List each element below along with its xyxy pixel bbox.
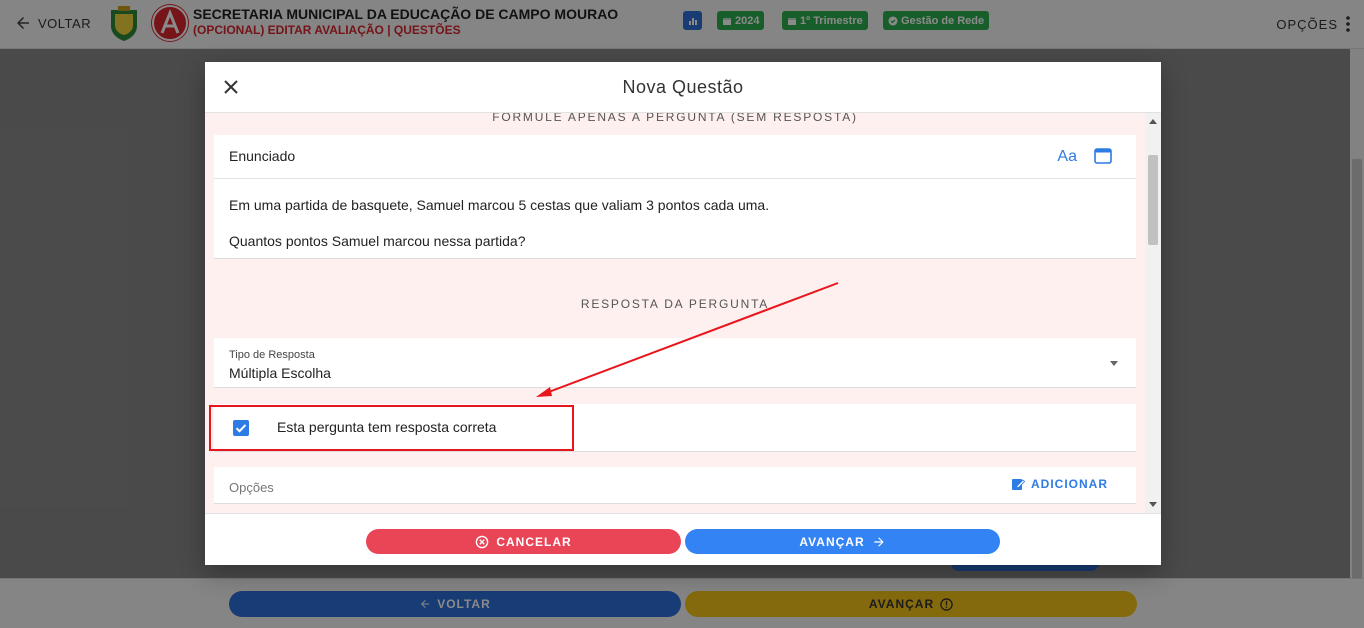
- text-format-icon[interactable]: Aa: [1057, 148, 1077, 166]
- dialog-scrollbar-thumb[interactable]: [1148, 155, 1158, 245]
- dialog-scrollbar[interactable]: [1145, 113, 1161, 513]
- scroll-down-icon[interactable]: [1149, 502, 1157, 507]
- enunciado-text-line[interactable]: Em uma partida de basquete, Samuel marco…: [229, 197, 769, 213]
- dropdown-caret-icon: [1110, 361, 1118, 366]
- cancel-label: CANCELAR: [496, 534, 572, 549]
- enunciado-label: Enunciado: [229, 148, 296, 164]
- edit-icon: [1012, 479, 1025, 490]
- arrow-right-icon: [873, 536, 884, 547]
- response-type-select[interactable]: Tipo de Resposta Múltipla Escolha: [214, 338, 1136, 388]
- editor-divider: [214, 178, 1136, 179]
- new-question-dialog: Nova Questão FORMULE APENAS A PERGUNTA (…: [205, 62, 1161, 565]
- answer-section-heading: RESPOSTA DA PERGUNTA: [580, 297, 770, 311]
- dialog-body: FORMULE APENAS A PERGUNTA (SEM RESPOSTA)…: [205, 113, 1161, 513]
- fullscreen-icon[interactable]: [1094, 148, 1112, 164]
- enunciado-editor[interactable]: Enunciado Aa Em uma partida de basquete,…: [214, 135, 1136, 259]
- response-type-label: Tipo de Resposta: [229, 349, 315, 361]
- next-button[interactable]: AVANÇAR: [685, 529, 1000, 554]
- options-section-label: Opções: [229, 480, 274, 495]
- add-option-button[interactable]: ADICIONAR: [1011, 477, 1108, 491]
- enunciado-text-line[interactable]: Quantos pontos Samuel marcou nessa parti…: [229, 233, 526, 249]
- dialog-header: Nova Questão: [205, 62, 1161, 113]
- add-option-label: ADICIONAR: [1031, 477, 1108, 491]
- response-type-value: Múltipla Escolha: [229, 365, 331, 381]
- annotation-highlight-box: [209, 405, 574, 451]
- scroll-up-icon[interactable]: [1149, 119, 1157, 124]
- options-section: Opções ADICIONAR: [214, 467, 1136, 504]
- dialog-footer: CANCELAR AVANÇAR: [205, 513, 1161, 565]
- cancel-circle-icon: [476, 535, 489, 548]
- cancel-button[interactable]: CANCELAR: [366, 529, 681, 554]
- next-label: AVANÇAR: [799, 534, 865, 549]
- question-section-heading: FORMULE APENAS A PERGUNTA (SEM RESPOSTA): [492, 113, 858, 124]
- dialog-title: Nova Questão: [622, 77, 744, 97]
